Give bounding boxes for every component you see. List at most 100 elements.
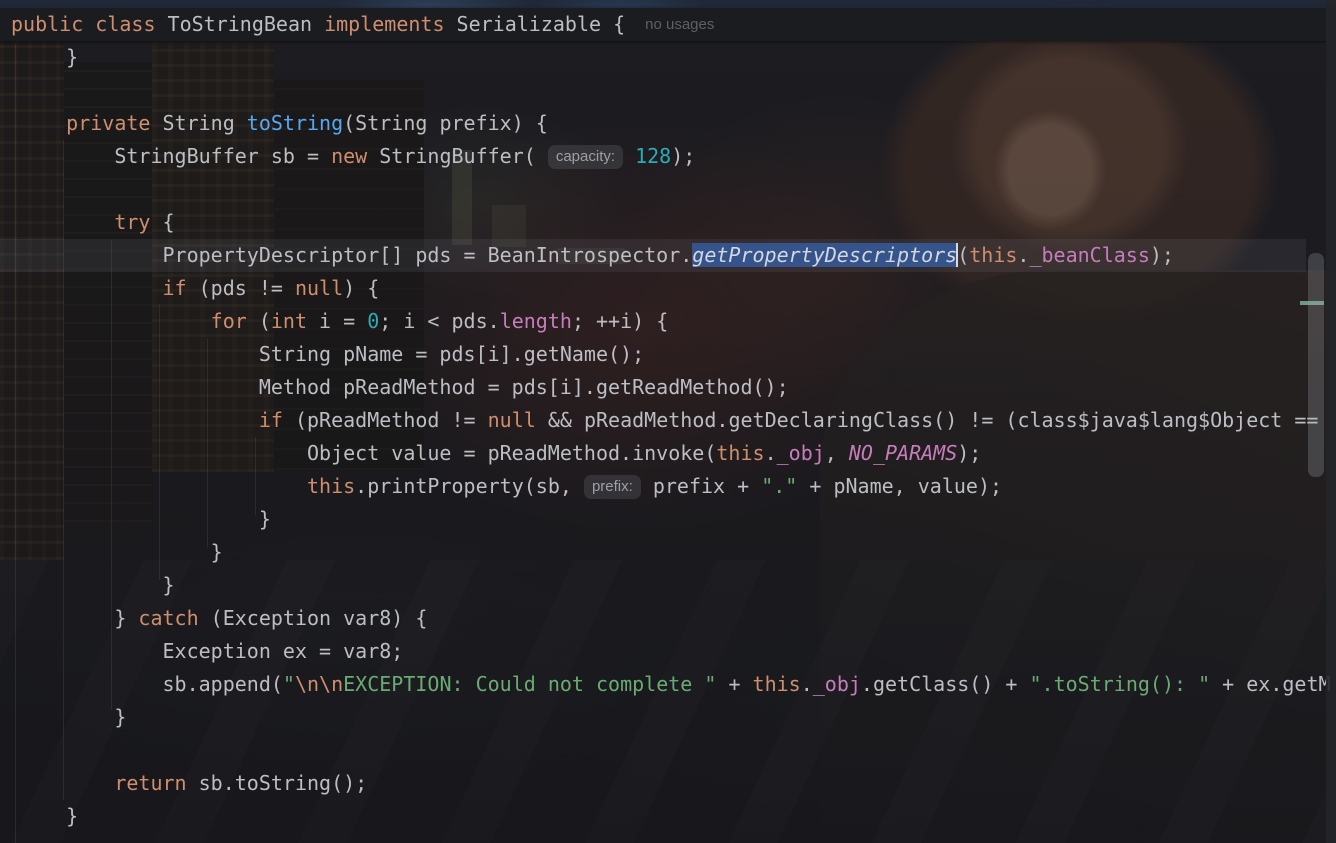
code-token: ); bbox=[1150, 243, 1174, 267]
code-token: } bbox=[18, 804, 78, 828]
code-token: if bbox=[259, 408, 283, 432]
code-token: + ex.getM bbox=[1210, 672, 1330, 696]
sticky-class-header[interactable]: public class ToStringBean implements Ser… bbox=[0, 8, 1336, 41]
code-line[interactable]: sb.append("\n\nEXCEPTION: Could not comp… bbox=[18, 668, 1336, 701]
code-line[interactable]: } bbox=[18, 536, 1336, 569]
code-token: null bbox=[295, 276, 343, 300]
code-line[interactable]: } bbox=[18, 701, 1336, 734]
code-token: implements bbox=[324, 12, 444, 36]
code-token: String bbox=[150, 111, 246, 135]
code-token: ( bbox=[247, 309, 271, 333]
code-token: PropertyDescriptor[] pds = BeanIntrospec… bbox=[18, 243, 692, 267]
code-token: int bbox=[271, 309, 307, 333]
inlay-hint: capacity: bbox=[548, 145, 623, 169]
code-line[interactable]: Object value = pReadMethod.invoke(this._… bbox=[18, 437, 1336, 470]
code-line[interactable]: } bbox=[18, 800, 1336, 833]
code-token: Serializable { bbox=[445, 12, 626, 36]
code-token: ) { bbox=[343, 276, 379, 300]
code-line[interactable] bbox=[18, 173, 1336, 206]
code-line[interactable]: if (pds != null) { bbox=[18, 272, 1336, 305]
code-token: Exception ex = var8; bbox=[18, 639, 403, 663]
code-token: " bbox=[283, 672, 295, 696]
code-line[interactable]: for (int i = 0; i < pds.length; ++i) { bbox=[18, 305, 1336, 338]
code-token: Object value = pReadMethod.invoke( bbox=[18, 441, 716, 465]
code-token: 0 bbox=[367, 309, 379, 333]
code-token: (pds != bbox=[187, 276, 295, 300]
code-token: i = bbox=[307, 309, 367, 333]
code-token: toString bbox=[247, 111, 343, 135]
code-token: "." bbox=[761, 474, 797, 498]
code-token bbox=[18, 111, 66, 135]
code-line[interactable]: if (pReadMethod != null && pReadMethod.g… bbox=[18, 404, 1336, 437]
code-token: sb.append( bbox=[18, 672, 283, 696]
code-token: null bbox=[488, 408, 536, 432]
code-token: _obj bbox=[777, 441, 825, 465]
code-line[interactable]: PropertyDescriptor[] pds = BeanIntrospec… bbox=[18, 239, 1336, 272]
code-token: && pReadMethod.getDeclaringClass() != (c… bbox=[536, 408, 1319, 432]
code-line[interactable]: Method pReadMethod = pds[i].getReadMetho… bbox=[18, 371, 1336, 404]
code-line[interactable]: try { bbox=[18, 206, 1336, 239]
code-token: for bbox=[211, 309, 247, 333]
code-token: new bbox=[331, 144, 367, 168]
code-token: (pReadMethod != bbox=[283, 408, 488, 432]
code-token bbox=[18, 210, 114, 234]
code-token: ); bbox=[671, 144, 695, 168]
code-line[interactable]: String pName = pds[i].getName(); bbox=[18, 338, 1336, 371]
code-token: (String prefix) { bbox=[343, 111, 548, 135]
code-token bbox=[623, 144, 635, 168]
code-token: .getClass() + bbox=[861, 672, 1030, 696]
code-token: } bbox=[18, 507, 271, 531]
code-line[interactable]: private String toString(String prefix) { bbox=[18, 107, 1336, 140]
scrollbar-thumb[interactable] bbox=[1308, 253, 1324, 477]
code-line[interactable] bbox=[18, 74, 1336, 107]
code-line[interactable]: } catch (Exception var8) { bbox=[18, 602, 1336, 635]
code-token: String pName = pds[i].getName(); bbox=[18, 342, 644, 366]
code-token: EXCEPTION: Could not complete " bbox=[343, 672, 716, 696]
code-token: . bbox=[801, 672, 813, 696]
code-token: StringBuffer( bbox=[367, 144, 548, 168]
code-token: prefix + bbox=[641, 474, 761, 498]
code-token: sb.toString(); bbox=[187, 771, 368, 795]
code-token: + bbox=[716, 672, 752, 696]
code-token: ".toString(): " bbox=[1030, 672, 1211, 696]
code-line[interactable] bbox=[18, 734, 1336, 767]
editor-right-edge bbox=[1326, 0, 1336, 843]
code-token: try bbox=[114, 210, 150, 234]
code-token: 128 bbox=[635, 144, 671, 168]
code-token: StringBuffer sb = bbox=[18, 144, 331, 168]
code-token: class bbox=[95, 12, 155, 36]
code-line[interactable]: return sb.toString(); bbox=[18, 767, 1336, 800]
code-token: { bbox=[150, 210, 174, 234]
code-token: this bbox=[307, 474, 355, 498]
code-line[interactable]: } bbox=[18, 41, 1336, 74]
code-token: + pName, value); bbox=[797, 474, 1002, 498]
code-line[interactable]: StringBuffer sb = new StringBuffer( capa… bbox=[18, 140, 1336, 173]
code-token: ; i < pds. bbox=[379, 309, 499, 333]
code-token: ; ++i) { bbox=[572, 309, 668, 333]
code-line[interactable]: } bbox=[18, 503, 1336, 536]
code-token: (Exception var8) { bbox=[199, 606, 428, 630]
code-token: ); bbox=[957, 441, 981, 465]
code-token: this bbox=[753, 672, 801, 696]
code-token: return bbox=[114, 771, 186, 795]
code-area[interactable]: } private String toString(String prefix)… bbox=[0, 41, 1336, 843]
code-token: Method pReadMethod = pds[i].getReadMetho… bbox=[18, 375, 789, 399]
code-token: NO_PARAMS bbox=[849, 441, 957, 465]
selected-text: getPropertyDescriptors bbox=[692, 243, 957, 267]
code-token: , bbox=[825, 441, 849, 465]
code-token: .printProperty(sb, bbox=[355, 474, 584, 498]
code-token: ToStringBean bbox=[156, 12, 325, 36]
code-line[interactable]: } bbox=[18, 569, 1336, 602]
code-editor[interactable]: } private String toString(String prefix)… bbox=[0, 0, 1336, 843]
code-token: catch bbox=[138, 606, 198, 630]
code-token: . bbox=[1017, 243, 1029, 267]
code-token bbox=[18, 474, 307, 498]
code-token: _beanClass bbox=[1029, 243, 1149, 267]
code-line[interactable]: Exception ex = var8; bbox=[18, 635, 1336, 668]
code-line[interactable]: this.printProperty(sb, prefix: prefix + … bbox=[18, 470, 1336, 503]
usages-hint[interactable]: no usages bbox=[645, 16, 714, 33]
code-token: _obj bbox=[813, 672, 861, 696]
code-token: \n\n bbox=[295, 672, 343, 696]
code-token: ( bbox=[957, 243, 969, 267]
code-token bbox=[18, 276, 163, 300]
